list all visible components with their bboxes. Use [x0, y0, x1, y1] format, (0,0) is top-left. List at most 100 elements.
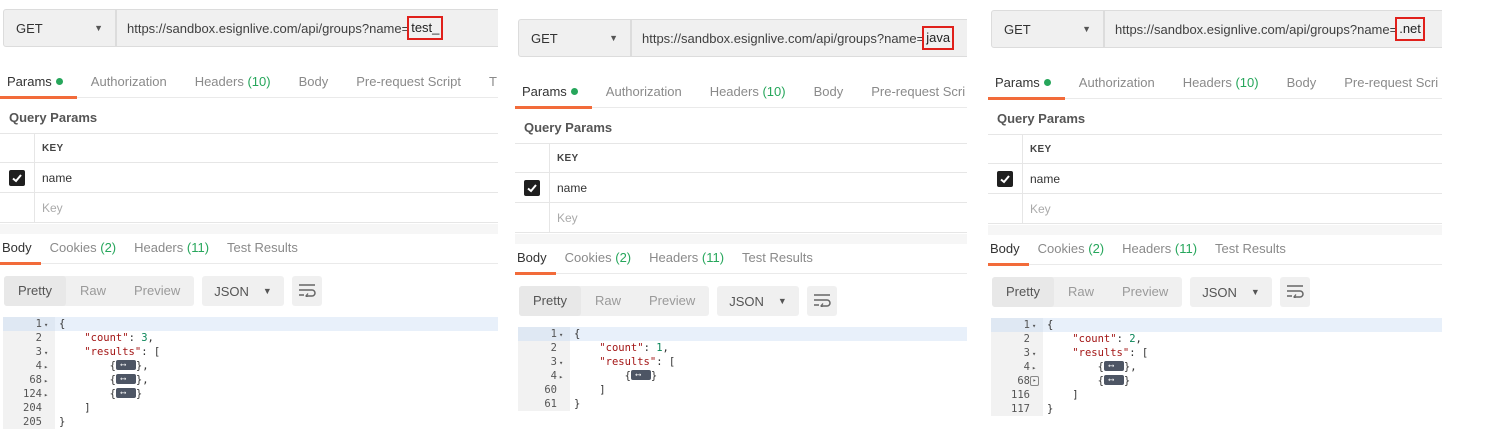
- line-number-text: 68: [1017, 375, 1030, 387]
- param-key-placeholder[interactable]: Key: [1023, 194, 1051, 223]
- collapsed-object-icon[interactable]: [1103, 359, 1124, 373]
- collapsed-object-icon[interactable]: [630, 368, 651, 382]
- tab-label: Params: [995, 74, 1040, 90]
- view-mode-pretty[interactable]: Pretty: [519, 286, 581, 316]
- response-tabs: Body Cookies (2) Headers (11) Test Results: [0, 232, 498, 265]
- method-select[interactable]: GET ▼: [518, 19, 631, 57]
- wrap-lines-button[interactable]: [1279, 277, 1310, 307]
- fold-toggle-icon[interactable]: ▾: [559, 328, 566, 342]
- view-mode-preview[interactable]: Preview: [1108, 277, 1182, 307]
- response-tab-test-results[interactable]: Test Results: [218, 232, 307, 264]
- fold-toggle-icon[interactable]: ▸: [44, 374, 51, 388]
- fold-toggle-icon[interactable]: ▸: [1032, 361, 1039, 375]
- method-label: GET: [16, 20, 43, 36]
- request-tabs: Params Authorization Headers (10) Body Pre-r…: [515, 76, 967, 109]
- wrap-lines-icon: [813, 293, 831, 310]
- tab-body[interactable]: Body: [800, 76, 858, 108]
- fold-toggle-icon[interactable]: ▾: [44, 318, 51, 332]
- tab-label: Cookies: [49, 239, 97, 255]
- tab-pre-request-scri[interactable]: Pre-request Scri: [1330, 67, 1442, 99]
- response-tab-body[interactable]: Body: [515, 242, 556, 275]
- param-key-name[interactable]: name: [1023, 164, 1060, 193]
- url-input[interactable]: https://sandbox.esignlive.com/api/groups…: [1104, 10, 1442, 48]
- param-checkbox[interactable]: [997, 170, 1013, 187]
- response-tab-body[interactable]: Body: [988, 233, 1029, 266]
- query-params-table: KEY name Key: [0, 133, 498, 223]
- view-mode-raw[interactable]: Raw: [1054, 277, 1108, 307]
- collapsed-object-icon[interactable]: [115, 358, 136, 372]
- wrap-lines-button[interactable]: [806, 286, 837, 316]
- view-mode-raw[interactable]: Raw: [581, 286, 635, 316]
- code-line: 68▸ {},: [3, 372, 498, 388]
- view-mode-pretty[interactable]: Pretty: [4, 276, 66, 306]
- param-key-name[interactable]: name: [35, 163, 72, 192]
- param-key-placeholder[interactable]: Key: [35, 193, 63, 222]
- response-tab-headers[interactable]: Headers (11): [640, 242, 733, 274]
- tab-label: Headers: [709, 83, 759, 99]
- line-number-text: 1: [1023, 319, 1030, 331]
- tab-params[interactable]: Params: [988, 67, 1065, 100]
- collapsed-object-icon[interactable]: [115, 386, 136, 400]
- line-number-text: 4: [35, 360, 42, 372]
- view-mode-preview[interactable]: Preview: [120, 276, 194, 306]
- tab-t[interactable]: T: [475, 66, 498, 98]
- method-select[interactable]: GET ▼: [991, 10, 1104, 48]
- fold-toggle-icon[interactable]: ▾: [559, 356, 566, 370]
- tab-headers[interactable]: Headers (10): [1169, 67, 1273, 99]
- response-tab-test-results[interactable]: Test Results: [1206, 233, 1295, 265]
- tab-params[interactable]: Params: [0, 66, 77, 99]
- view-mode-pretty[interactable]: Pretty: [992, 277, 1054, 307]
- view-mode-preview[interactable]: Preview: [635, 286, 709, 316]
- tab-pre-request-scri[interactable]: Pre-request Scri: [857, 76, 967, 108]
- tab-authorization[interactable]: Authorization: [1065, 67, 1169, 99]
- response-tab-body[interactable]: Body: [0, 232, 41, 265]
- param-key-placeholder[interactable]: Key: [550, 203, 578, 232]
- line-number-text: 1: [35, 318, 42, 330]
- response-tab-cookies[interactable]: Cookies (2): [1029, 233, 1113, 265]
- request-tabs: Params Authorization Headers (10) Body Pre-r…: [988, 67, 1442, 100]
- param-checkbox[interactable]: [524, 179, 540, 196]
- fold-toggle-icon[interactable]: ▸: [44, 388, 51, 402]
- response-tab-test-results[interactable]: Test Results: [733, 242, 822, 274]
- tab-pre-request-script[interactable]: Pre-request Script: [342, 66, 475, 98]
- fold-toggle-icon[interactable]: ▾: [44, 346, 51, 360]
- format-select[interactable]: JSON ▼: [1190, 277, 1272, 307]
- param-key-name[interactable]: name: [550, 173, 587, 202]
- fold-toggle-icon[interactable]: ▸: [1030, 376, 1039, 386]
- request-url-bar: GET ▼ https://sandbox.esignlive.com/api/gr…: [3, 9, 498, 47]
- format-select[interactable]: JSON ▼: [202, 276, 284, 306]
- new-param-row: Key: [988, 194, 1442, 224]
- code-text: "results": [: [1072, 347, 1149, 359]
- response-tab-headers[interactable]: Headers (11): [1113, 233, 1206, 265]
- code-line: 68▸ {}: [991, 373, 1442, 388]
- tab-label: Pre-request Scri: [871, 83, 966, 99]
- tab-headers[interactable]: Headers (10): [696, 76, 800, 108]
- tab-body[interactable]: Body: [1273, 67, 1331, 99]
- line-number-text: 2: [35, 332, 42, 344]
- fold-toggle-icon[interactable]: ▸: [559, 370, 566, 384]
- tab-authorization[interactable]: Authorization: [77, 66, 181, 98]
- fold-toggle-icon[interactable]: ▾: [1032, 347, 1039, 361]
- param-checkbox[interactable]: [9, 169, 25, 186]
- format-select[interactable]: JSON ▼: [717, 286, 799, 316]
- url-input[interactable]: https://sandbox.esignlive.com/api/groups…: [116, 9, 498, 47]
- fold-toggle-icon[interactable]: ▸: [44, 360, 51, 374]
- response-tab-cookies[interactable]: Cookies (2): [556, 242, 640, 274]
- url-input[interactable]: https://sandbox.esignlive.com/api/groups…: [631, 19, 967, 57]
- response-tab-headers[interactable]: Headers (11): [125, 232, 218, 264]
- code-line: 1 ▾{: [518, 327, 967, 341]
- line-number: 60: [518, 383, 570, 397]
- collapsed-object-icon[interactable]: [115, 372, 136, 386]
- wrap-lines-button[interactable]: [291, 276, 322, 306]
- fold-toggle-icon[interactable]: ▾: [1032, 319, 1039, 333]
- line-number: 4 ▸: [991, 360, 1043, 374]
- response-tab-cookies[interactable]: Cookies (2): [41, 232, 125, 264]
- tab-params[interactable]: Params: [515, 76, 592, 109]
- method-select[interactable]: GET ▼: [3, 9, 116, 47]
- view-mode-raw[interactable]: Raw: [66, 276, 120, 306]
- tab-authorization[interactable]: Authorization: [592, 76, 696, 108]
- tab-body[interactable]: Body: [285, 66, 343, 98]
- tab-headers[interactable]: Headers (10): [181, 66, 285, 98]
- collapsed-object-icon[interactable]: [1103, 373, 1124, 387]
- code-line: 1 ▾{: [3, 317, 498, 331]
